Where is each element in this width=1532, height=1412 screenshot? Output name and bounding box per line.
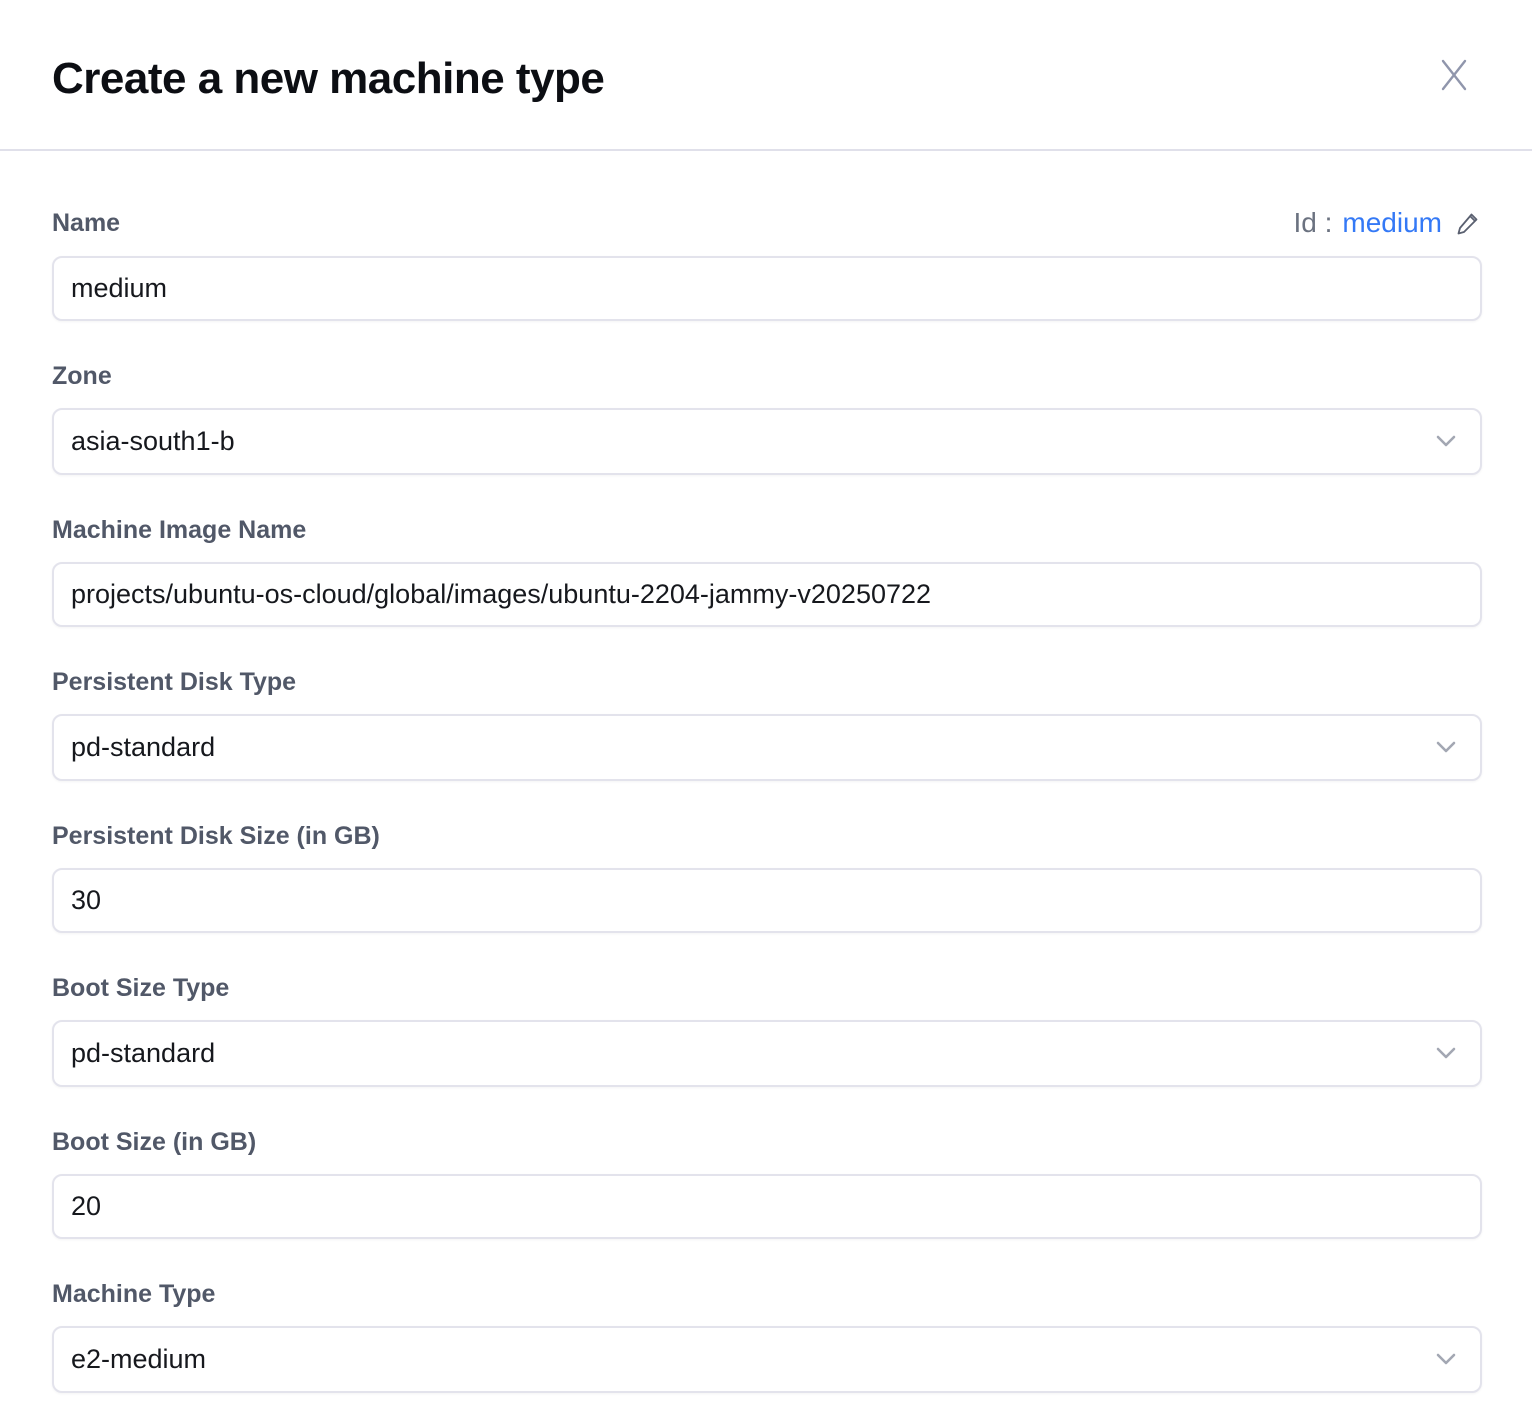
boot-size-input[interactable] [52,1174,1482,1239]
id-value[interactable]: medium [1342,207,1442,239]
machine-type-selected-value: e2-medium [71,1344,206,1375]
name-field-group: Name Id : medium [52,207,1482,321]
id-display: Id : medium [1293,207,1482,239]
zone-selected-value: asia-south1-b [71,426,235,457]
name-label-row: Name Id : medium [52,207,1482,239]
boot-size-type-selected-value: pd-standard [71,1038,215,1069]
close-button[interactable] [1436,57,1472,93]
machine-image-name-field-group: Machine Image Name [52,515,1482,627]
create-machine-type-modal: Create a new machine type Name Id : medi… [0,0,1532,1412]
name-label: Name [52,208,120,238]
modal-header: Create a new machine type [0,0,1532,151]
zone-select[interactable]: asia-south1-b [52,408,1482,475]
machine-type-field-group: Machine Type e2-medium [52,1279,1482,1393]
machine-type-select[interactable]: e2-medium [52,1326,1482,1393]
id-prefix: Id : [1293,207,1332,239]
persistent-disk-type-label: Persistent Disk Type [52,667,1482,697]
zone-field-group: Zone asia-south1-b [52,361,1482,475]
edit-id-button[interactable] [1454,209,1482,237]
chevron-down-icon [1434,433,1458,449]
persistent-disk-size-label: Persistent Disk Size (in GB) [52,821,1482,851]
persistent-disk-type-selected-value: pd-standard [71,732,215,763]
boot-size-type-label: Boot Size Type [52,973,1482,1003]
name-input[interactable] [52,256,1482,321]
machine-type-label: Machine Type [52,1279,1482,1309]
persistent-disk-type-select[interactable]: pd-standard [52,714,1482,781]
chevron-down-icon [1434,1351,1458,1367]
persistent-disk-size-input[interactable] [52,868,1482,933]
x-icon [1438,58,1470,92]
chevron-down-icon [1434,1045,1458,1061]
boot-size-type-select[interactable]: pd-standard [52,1020,1482,1087]
persistent-disk-type-field-group: Persistent Disk Type pd-standard [52,667,1482,781]
modal-title: Create a new machine type [52,54,604,105]
pencil-icon [1454,209,1482,237]
chevron-down-icon [1434,739,1458,755]
machine-type-form: Name Id : medium [0,151,1532,1393]
boot-size-type-field-group: Boot Size Type pd-standard [52,973,1482,1087]
machine-image-name-input[interactable] [52,562,1482,627]
zone-label: Zone [52,361,1482,391]
persistent-disk-size-field-group: Persistent Disk Size (in GB) [52,821,1482,933]
boot-size-label: Boot Size (in GB) [52,1127,1482,1157]
boot-size-field-group: Boot Size (in GB) [52,1127,1482,1239]
machine-image-name-label: Machine Image Name [52,515,1482,545]
